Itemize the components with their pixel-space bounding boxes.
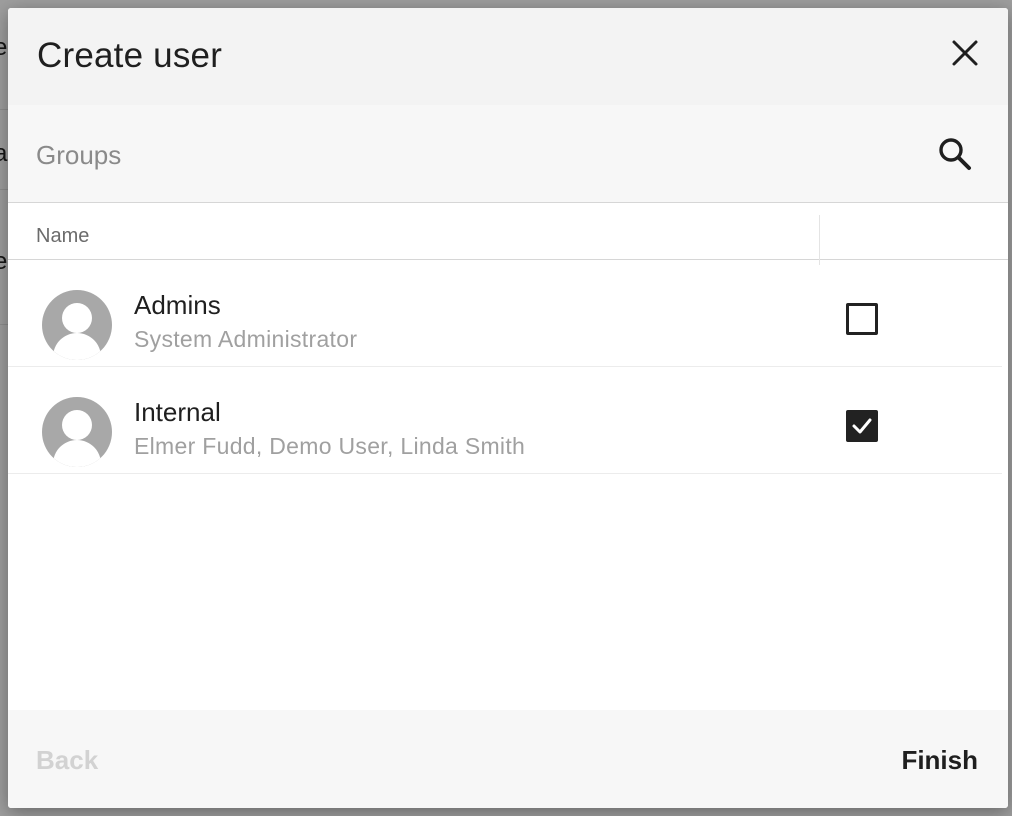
group-select-checkbox-admins[interactable] — [846, 303, 878, 335]
group-row-admins[interactable]: Admins System Administrator — [8, 260, 1002, 367]
checkmark-icon — [852, 418, 872, 434]
column-divider — [819, 215, 820, 265]
finish-button[interactable]: Finish — [901, 745, 978, 776]
group-members: System Administrator — [134, 326, 358, 352]
dialog-title: Create user — [37, 36, 223, 75]
group-name: Internal — [134, 397, 221, 427]
group-members: Elmer Fudd, Demo User, Linda Smith — [134, 433, 526, 459]
dialog-footer: Back Finish — [8, 710, 1008, 808]
user-avatar-icon — [42, 397, 112, 467]
dialog-header: Create user — [8, 8, 1008, 105]
group-select-checkbox-internal[interactable] — [846, 410, 878, 442]
back-button[interactable]: Back — [36, 745, 98, 776]
user-avatar-icon — [42, 290, 112, 360]
table-header: Name — [8, 203, 1008, 265]
column-header-name[interactable]: Name — [36, 225, 89, 248]
close-button[interactable] — [950, 38, 980, 68]
group-name: Admins — [134, 290, 221, 320]
group-row-internal[interactable]: Internal Elmer Fudd, Demo User, Linda Sm… — [8, 367, 1002, 474]
search-button[interactable] — [938, 137, 972, 171]
search-icon — [939, 138, 971, 170]
group-search-bar — [8, 105, 1008, 203]
create-user-dialog: Create user Name Admins System Administr… — [8, 8, 1008, 808]
close-icon — [952, 40, 978, 66]
group-search-input[interactable] — [36, 135, 896, 175]
